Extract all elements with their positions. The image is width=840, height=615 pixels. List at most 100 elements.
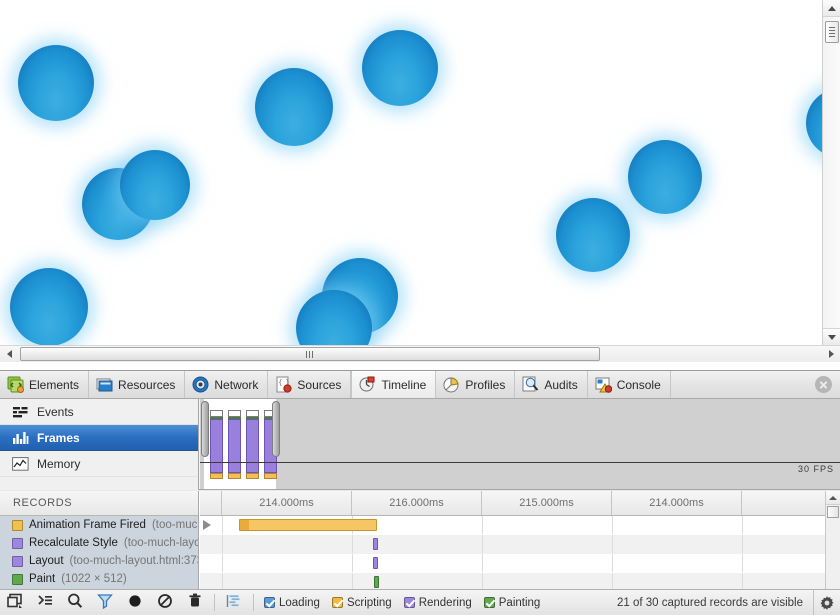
record-type-swatch xyxy=(12,520,23,531)
checkbox-icon[interactable] xyxy=(404,597,415,608)
frames-overview-graph[interactable]: 30 FPS xyxy=(200,399,840,489)
tab-resources[interactable]: Resources xyxy=(89,371,185,398)
frame-segment-other xyxy=(228,410,241,417)
overview-mode-memory[interactable]: Memory xyxy=(0,451,198,477)
record-title: Paint xyxy=(29,573,55,585)
scroll-up-arrow-icon[interactable] xyxy=(823,0,840,17)
record-row-track[interactable] xyxy=(200,554,840,573)
tab-timeline[interactable]: Timeline xyxy=(351,371,436,398)
flame-chart-icon xyxy=(225,592,243,613)
trash-icon xyxy=(186,592,204,613)
animated-ball xyxy=(120,150,190,220)
page-viewport xyxy=(0,0,840,371)
frame-segment-paint xyxy=(246,417,259,419)
records-scroll-thumb[interactable] xyxy=(827,506,839,518)
record-duration-bar[interactable] xyxy=(373,538,378,550)
frames-icon xyxy=(12,431,29,445)
horizontal-scroll-thumb[interactable] xyxy=(20,347,600,361)
record-bar-head xyxy=(240,520,249,530)
overview-mode-frames[interactable]: Frames xyxy=(0,425,198,451)
record-type-swatch xyxy=(12,556,23,567)
filter-button[interactable] xyxy=(90,590,120,615)
record-row-title[interactable]: Animation Frame Fired(too-much-... xyxy=(0,516,198,534)
tab-audits[interactable]: Audits xyxy=(515,371,587,398)
garbage-collect-button[interactable] xyxy=(180,590,210,615)
overview-mode-events[interactable]: Events xyxy=(0,399,198,425)
settings-gear-icon[interactable] xyxy=(813,590,840,615)
scroll-right-arrow-icon[interactable] xyxy=(823,346,840,362)
timeline-gridline xyxy=(742,535,743,553)
filter-checkbox-painting[interactable]: Painting xyxy=(478,597,547,609)
page-horizontal-scrollbar[interactable] xyxy=(0,345,840,362)
page-vertical-scrollbar[interactable] xyxy=(822,0,840,345)
scroll-down-arrow-icon[interactable] xyxy=(823,328,840,345)
tab-console[interactable]: Console xyxy=(588,371,671,398)
frame-bar xyxy=(210,410,223,479)
record-duration-bar[interactable] xyxy=(373,557,378,569)
filter-label: Loading xyxy=(279,597,320,609)
fps-label: 30 FPS xyxy=(795,463,837,475)
checkbox-icon[interactable] xyxy=(332,597,343,608)
tab-network[interactable]: Network xyxy=(185,371,268,398)
record-detail: (too-much-... xyxy=(152,519,198,531)
filter-checkbox-rendering[interactable]: Rendering xyxy=(398,597,478,609)
filter-checkbox-scripting[interactable]: Scripting xyxy=(326,597,398,609)
record-type-swatch xyxy=(12,574,23,585)
record-type-swatch xyxy=(12,538,23,549)
close-icon[interactable] xyxy=(815,376,832,393)
record-row-title[interactable]: Paint(1022 × 512) xyxy=(0,570,198,588)
tab-label: Timeline xyxy=(381,378,426,392)
console-prompt-icon xyxy=(36,592,54,613)
search-button[interactable] xyxy=(60,590,90,615)
record-row-title[interactable]: Recalculate Style(too-much-layou... xyxy=(0,534,198,552)
timeline-gridline xyxy=(222,535,223,553)
overview-right-handle[interactable] xyxy=(272,401,280,457)
tab-sources[interactable]: { }Sources xyxy=(268,371,351,398)
checkbox-icon[interactable] xyxy=(484,597,495,608)
frame-segment-render xyxy=(246,419,259,473)
tab-label: Profiles xyxy=(465,378,505,392)
frame-segment-render xyxy=(210,419,223,473)
dock-to-side-button[interactable] xyxy=(0,590,30,615)
profiles-icon xyxy=(443,376,461,394)
animated-ball xyxy=(628,140,702,214)
animated-balls-canvas xyxy=(0,0,822,345)
record-button[interactable] xyxy=(120,590,150,615)
frames-mode-button[interactable] xyxy=(219,590,249,615)
record-duration-bar[interactable] xyxy=(239,519,377,531)
record-row-title[interactable]: Layout(too-much-layout.html:373) xyxy=(0,552,198,570)
records-scroll-up-icon[interactable] xyxy=(826,491,840,505)
statusbar-separator xyxy=(253,594,254,611)
overview-selection-window[interactable] xyxy=(204,399,276,489)
console-drawer-button[interactable] xyxy=(30,590,60,615)
filter-checkbox-loading[interactable]: Loading xyxy=(258,597,326,609)
frame-segment-script xyxy=(246,473,259,479)
animated-ball xyxy=(10,268,88,345)
checkbox-icon[interactable] xyxy=(264,597,275,608)
tab-label: Resources xyxy=(118,378,175,392)
record-title: Layout xyxy=(29,555,64,567)
elements-icon xyxy=(7,376,25,394)
tab-elements[interactable]: Elements xyxy=(0,371,89,398)
frame-segment-other xyxy=(246,410,259,417)
overview-mode-label: Events xyxy=(37,405,74,419)
expand-record-arrow-icon[interactable] xyxy=(203,520,211,530)
ruler-tick: 216.000ms xyxy=(352,491,482,515)
devtools-panel: Elements Resources Network{ }Sources Timeli… xyxy=(0,370,840,615)
record-row-track[interactable] xyxy=(200,535,840,554)
overview-left-handle[interactable] xyxy=(201,401,209,457)
frame-segment-script xyxy=(228,473,241,479)
ruler-tick: 214.000ms xyxy=(612,491,742,515)
vertical-scroll-thumb[interactable] xyxy=(825,21,839,43)
animated-ball xyxy=(255,68,333,146)
scroll-left-arrow-icon[interactable] xyxy=(0,346,17,362)
tab-profiles[interactable]: Profiles xyxy=(436,371,515,398)
record-row-track[interactable] xyxy=(200,516,840,535)
clear-button[interactable] xyxy=(150,590,180,615)
record-title: Recalculate Style xyxy=(29,537,118,549)
overview-mode-sidebar: Events FramesMemory xyxy=(0,399,199,490)
record-duration-bar[interactable] xyxy=(374,576,379,588)
animated-ball xyxy=(362,30,438,106)
ruler-tick-origin xyxy=(200,491,222,515)
records-column-header: RECORDS xyxy=(0,491,198,516)
